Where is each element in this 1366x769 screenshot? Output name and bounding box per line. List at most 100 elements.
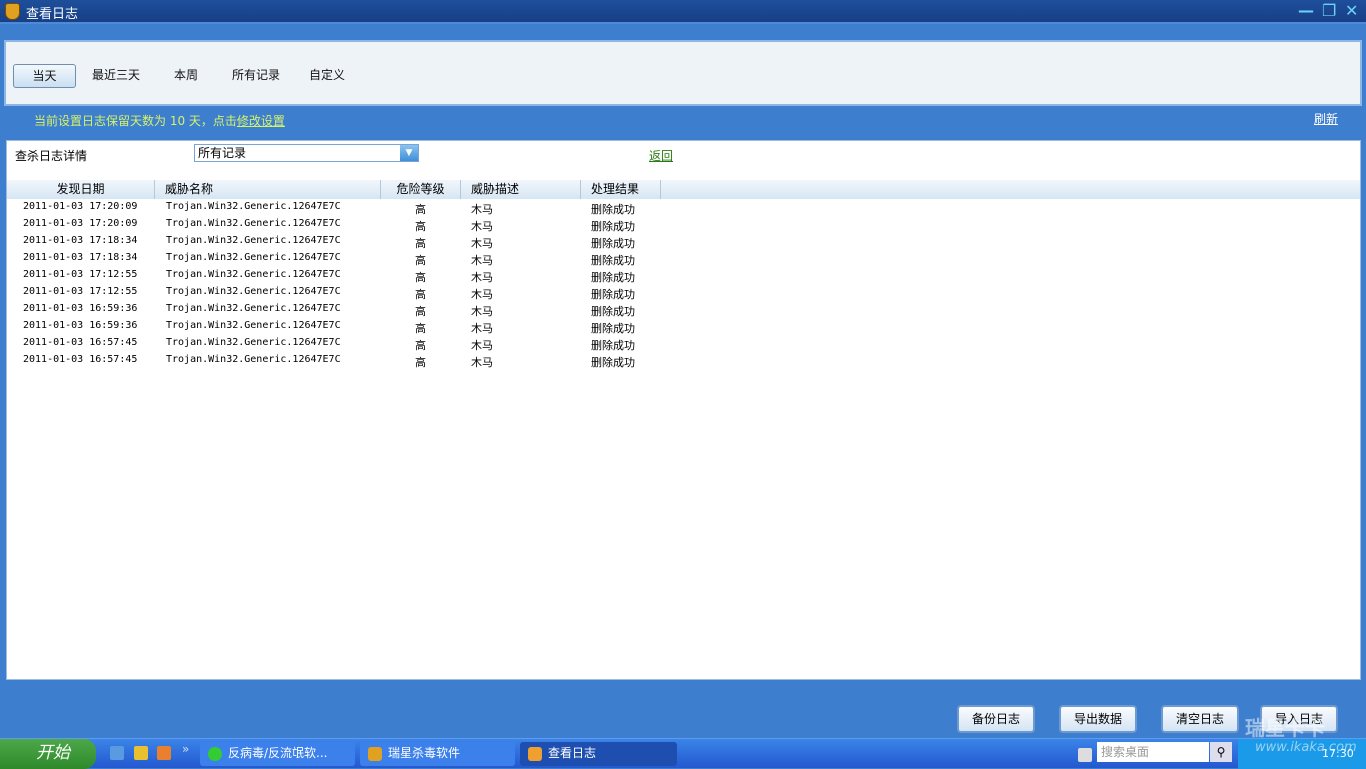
table-header: 发现日期 威胁名称 危险等级 威胁描述 处理结果 <box>7 180 1360 199</box>
cell-threat-desc: 木马 <box>471 220 493 233</box>
window-title: 查看日志 <box>26 7 79 22</box>
keyboard-icon[interactable] <box>1078 748 1092 762</box>
table-row[interactable]: 2011-01-03 17:12:55 Trojan.Win32.Generic.… <box>7 285 667 302</box>
table-row[interactable]: 2011-01-03 17:12:55 Trojan.Win32.Generic.… <box>7 268 667 285</box>
notice-text: 当前设置日志保留天数为 10 天，点击 <box>34 114 237 128</box>
quicklaunch-more-icon[interactable]: » <box>182 742 189 756</box>
watermark-logo: 瑞星卡卡 <box>1245 716 1325 740</box>
minimize-button[interactable]: — <box>1298 1 1314 20</box>
rising-logo-icon <box>5 3 20 20</box>
cell-threat-name: Trojan.Win32.Generic.12647E7C <box>166 235 341 246</box>
media-icon[interactable] <box>134 746 148 760</box>
date-range-panel: 当天 最近三天 本周 所有记录 自定义 <box>4 40 1362 106</box>
cell-result: 删除成功 <box>591 271 635 284</box>
cell-threat-name: Trojan.Win32.Generic.12647E7C <box>166 303 341 314</box>
column-header-threat-name[interactable]: 威胁名称 <box>155 180 381 199</box>
cell-threat-desc: 木马 <box>471 305 493 318</box>
cell-threat-name: Trojan.Win32.Generic.12647E7C <box>166 252 341 263</box>
column-header-threat-desc[interactable]: 威胁描述 <box>461 180 581 199</box>
modify-settings-link[interactable]: 修改设置 <box>237 114 285 128</box>
desktop-search-input[interactable]: 搜索桌面 <box>1097 742 1209 762</box>
cell-date: 2011-01-03 16:57:45 <box>23 337 138 348</box>
column-header-date[interactable]: 发现日期 <box>7 180 155 199</box>
log-detail-panel: 查杀日志详情 所有记录 ▼ 返回 发现日期 威胁名称 危险等级 威胁描述 处理结果… <box>6 140 1361 680</box>
detail-label: 查杀日志详情 <box>15 149 88 163</box>
log-icon <box>528 747 542 761</box>
task-view-log[interactable]: 查看日志 <box>520 742 677 766</box>
task-label: 查看日志 <box>548 746 597 760</box>
export-data-button[interactable]: 导出数据 <box>1059 705 1137 733</box>
cell-threat-name: Trojan.Win32.Generic.12647E7C <box>166 354 341 365</box>
task-rising[interactable]: 瑞星杀毒软件 <box>360 742 515 766</box>
filter-value: 所有记录 <box>198 146 247 160</box>
back-link[interactable]: 返回 <box>649 147 673 164</box>
refresh-link[interactable]: 刷新 <box>1314 110 1338 127</box>
tab-all-records[interactable]: 所有记录 <box>232 64 280 88</box>
cell-date: 2011-01-03 17:18:34 <box>23 252 138 263</box>
cell-date: 2011-01-03 17:12:55 <box>23 286 138 297</box>
table-row[interactable]: 2011-01-03 17:20:09 Trojan.Win32.Generic.… <box>7 217 667 234</box>
cell-threat-name: Trojan.Win32.Generic.12647E7C <box>166 337 341 348</box>
cell-risk-level: 高 <box>415 356 426 369</box>
cell-risk-level: 高 <box>415 271 426 284</box>
table-row[interactable]: 2011-01-03 17:20:09 Trojan.Win32.Generic.… <box>7 200 667 217</box>
clear-log-button[interactable]: 清空日志 <box>1161 705 1239 733</box>
tab-this-week[interactable]: 本周 <box>174 64 198 88</box>
task-antivirus[interactable]: 反病毒/反流氓软... <box>200 742 355 766</box>
cell-result: 删除成功 <box>591 339 635 352</box>
cell-threat-desc: 木马 <box>471 356 493 369</box>
column-header-result[interactable]: 处理结果 <box>581 180 661 199</box>
cell-result: 删除成功 <box>591 203 635 216</box>
retention-notice: 当前设置日志保留天数为 10 天，点击修改设置 <box>34 112 285 129</box>
cell-result: 删除成功 <box>591 356 635 369</box>
table-row[interactable]: 2011-01-03 17:18:34 Trojan.Win32.Generic.… <box>7 251 667 268</box>
rising-icon <box>368 747 382 761</box>
task-label: 反病毒/反流氓软... <box>228 746 328 760</box>
tab-today[interactable]: 当天 <box>13 64 76 88</box>
close-button[interactable]: ✕ <box>1345 1 1358 20</box>
record-filter-select[interactable]: 所有记录 ▼ <box>194 144 419 162</box>
cell-threat-name: Trojan.Win32.Generic.12647E7C <box>166 269 341 280</box>
cell-risk-level: 高 <box>415 305 426 318</box>
cell-date: 2011-01-03 17:12:55 <box>23 269 138 280</box>
cell-date: 2011-01-03 16:59:36 <box>23 303 138 314</box>
cell-threat-name: Trojan.Win32.Generic.12647E7C <box>166 286 341 297</box>
table-row[interactable]: 2011-01-03 16:59:36 Trojan.Win32.Generic.… <box>7 302 667 319</box>
cell-risk-level: 高 <box>415 288 426 301</box>
tab-custom[interactable]: 自定义 <box>309 64 345 88</box>
cell-threat-desc: 木马 <box>471 271 493 284</box>
antivirus-icon <box>208 747 222 761</box>
taskbar: 开始 » 反病毒/反流氓软... 瑞星杀毒软件 查看日志 搜索桌面 ⚲ 17:3… <box>0 738 1366 769</box>
quicklaunch-icon[interactable] <box>157 746 171 760</box>
cell-threat-desc: 木马 <box>471 237 493 250</box>
chevron-down-icon[interactable]: ▼ <box>400 145 418 161</box>
cell-threat-desc: 木马 <box>471 203 493 216</box>
start-button[interactable]: 开始 <box>0 739 96 769</box>
cell-threat-desc: 木马 <box>471 254 493 267</box>
title-bar: 查看日志 — ❐ ✕ <box>0 0 1366 24</box>
column-header-risk-level[interactable]: 危险等级 <box>381 180 461 199</box>
restore-button[interactable]: ❐ <box>1322 1 1336 20</box>
cell-risk-level: 高 <box>415 339 426 352</box>
cell-threat-desc: 木马 <box>471 339 493 352</box>
cell-threat-name: Trojan.Win32.Generic.12647E7C <box>166 218 341 229</box>
table-row[interactable]: 2011-01-03 17:18:34 Trojan.Win32.Generic.… <box>7 234 667 251</box>
tab-last-three-days[interactable]: 最近三天 <box>92 64 140 88</box>
start-label: 开始 <box>36 743 70 763</box>
cell-date: 2011-01-03 17:18:34 <box>23 235 138 246</box>
ie-icon[interactable] <box>110 746 124 760</box>
search-icon[interactable]: ⚲ <box>1210 742 1232 762</box>
cell-risk-level: 高 <box>415 254 426 267</box>
table-row[interactable]: 2011-01-03 16:59:36 Trojan.Win32.Generic.… <box>7 319 667 336</box>
backup-log-button[interactable]: 备份日志 <box>957 705 1035 733</box>
table-row[interactable]: 2011-01-03 16:57:45 Trojan.Win32.Generic.… <box>7 353 667 370</box>
cell-result: 删除成功 <box>591 288 635 301</box>
cell-result: 删除成功 <box>591 322 635 335</box>
task-label: 瑞星杀毒软件 <box>388 746 461 760</box>
cell-risk-level: 高 <box>415 203 426 216</box>
watermark-url: www.ikaka.com <box>1255 740 1357 755</box>
cell-threat-name: Trojan.Win32.Generic.12647E7C <box>166 320 341 331</box>
cell-result: 删除成功 <box>591 237 635 250</box>
table-row[interactable]: 2011-01-03 16:57:45 Trojan.Win32.Generic.… <box>7 336 667 353</box>
cell-result: 删除成功 <box>591 220 635 233</box>
